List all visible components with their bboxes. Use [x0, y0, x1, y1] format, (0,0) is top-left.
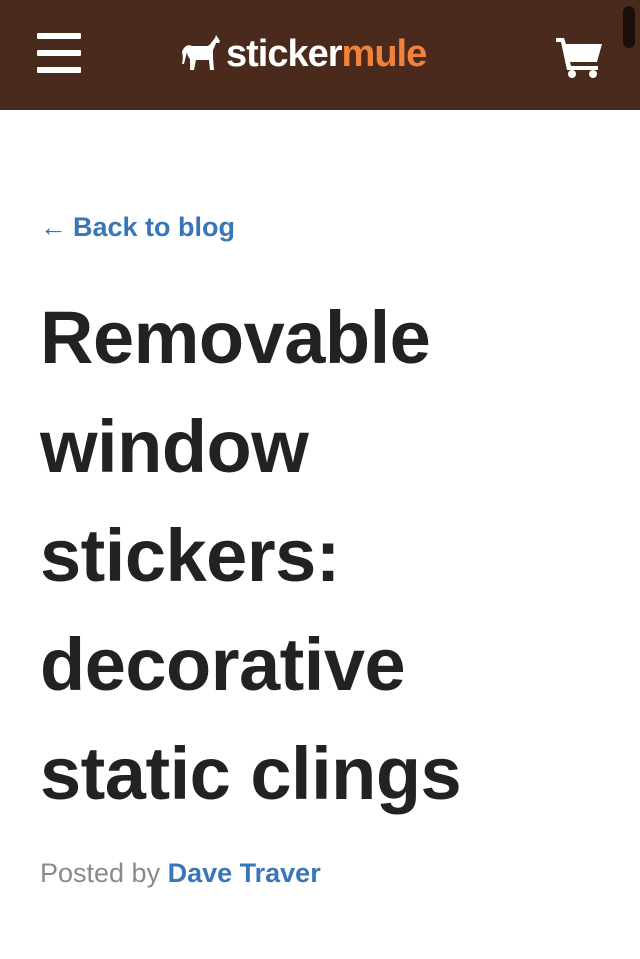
scrollbar-thumb[interactable] [623, 6, 635, 48]
hamburger-menu-icon[interactable] [37, 33, 81, 73]
page: stickermule ← Back to blog Removable wind… [0, 0, 640, 959]
logo-text: stickermule [226, 33, 428, 75]
title-line: window [40, 405, 309, 488]
mule-icon [182, 35, 220, 70]
logo-text-mule: mule [341, 33, 428, 75]
title-line: Removable [40, 296, 431, 379]
author-link[interactable]: Dave Traver [168, 858, 321, 888]
title-line: stickers: [40, 514, 340, 597]
menu-bar [37, 33, 81, 39]
logo-text-sticker: sticker [226, 33, 343, 75]
article-title: Removable window stickers: decorative st… [40, 283, 600, 828]
site-logo[interactable]: stickermule [180, 28, 428, 80]
cart-glyph [556, 38, 602, 78]
title-line: decorative [40, 623, 406, 706]
left-arrow-icon: ← [40, 212, 67, 242]
back-to-blog-link[interactable]: ← Back to blog [40, 212, 235, 243]
menu-bar [37, 50, 81, 56]
byline: Posted by Dave Traver [40, 858, 321, 889]
title-line: static clings [40, 732, 462, 815]
site-header: stickermule [0, 0, 640, 110]
menu-bar [37, 67, 81, 73]
shopping-cart-icon[interactable] [556, 36, 604, 78]
posted-by-label: Posted by [40, 858, 161, 888]
back-to-blog-label: Back to blog [73, 212, 236, 242]
